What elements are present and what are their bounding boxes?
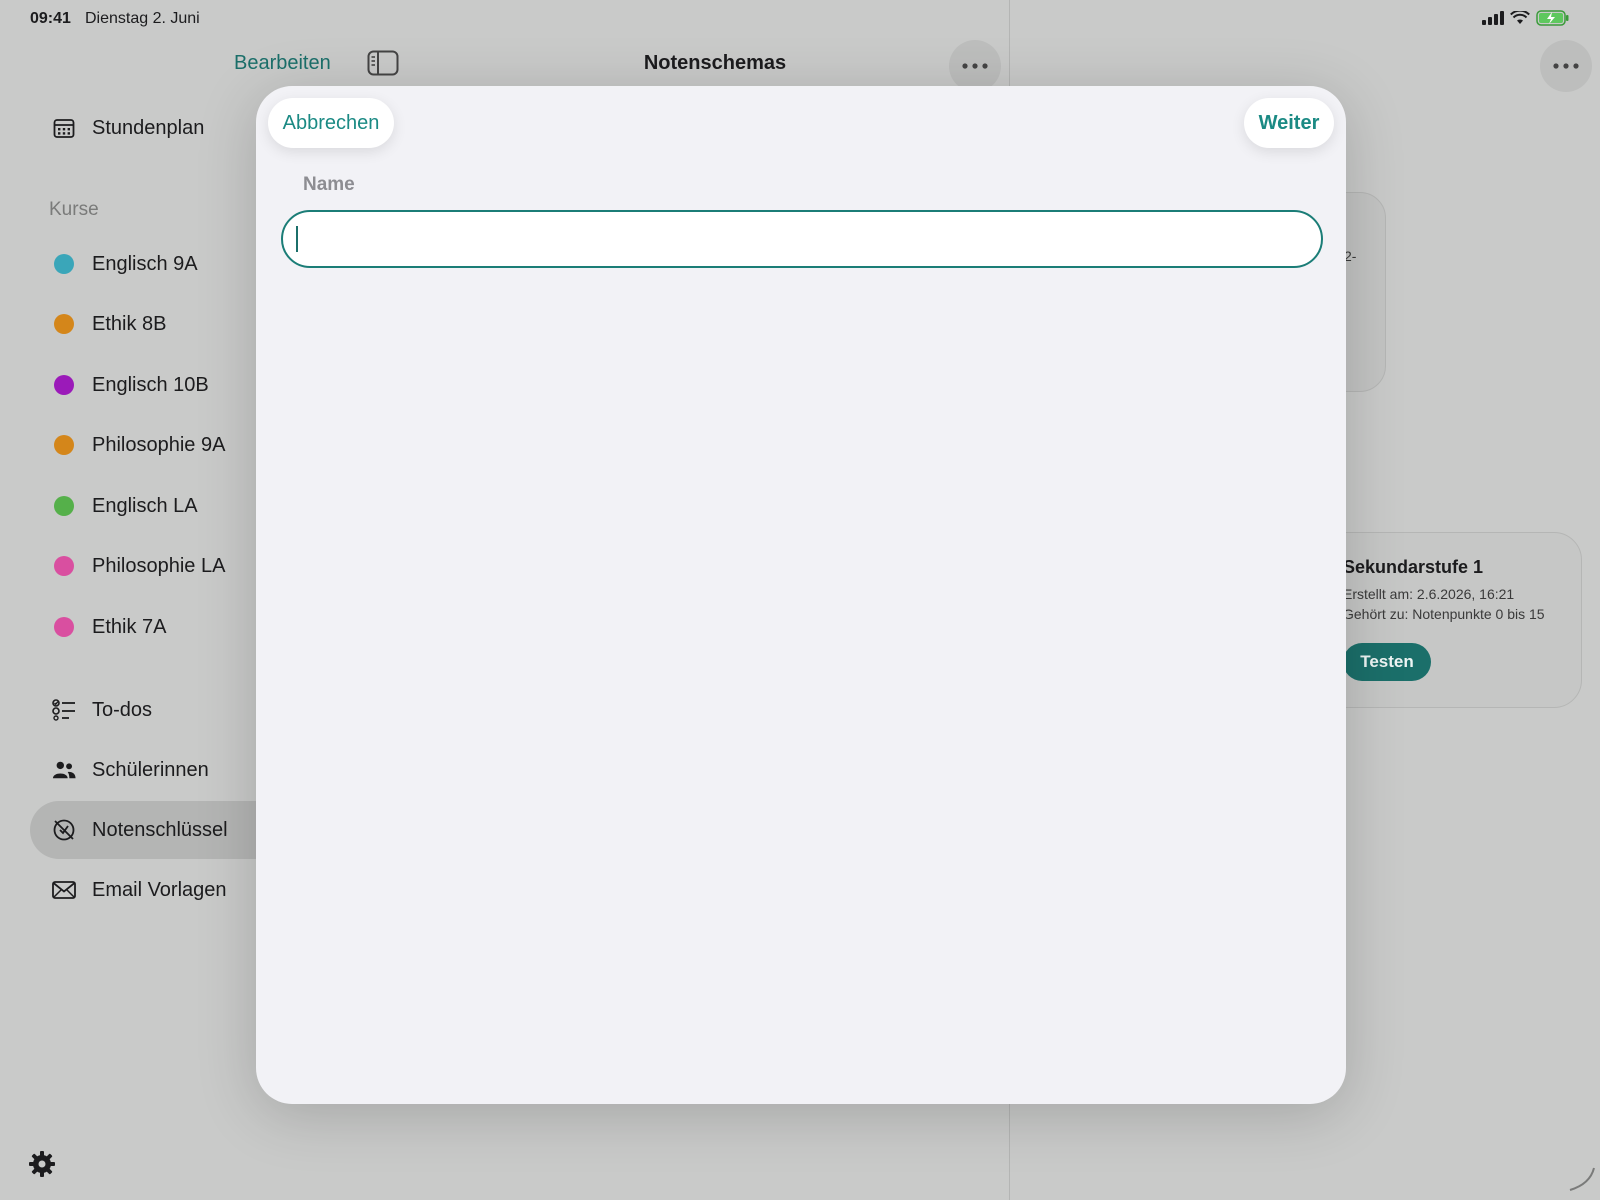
status-icons xyxy=(1482,9,1570,31)
sidebar-item-grade-keys[interactable]: Notenschlüssel xyxy=(30,801,290,859)
sidebar-item-course[interactable]: Ethik 7A xyxy=(30,598,290,656)
checklist-icon xyxy=(52,698,76,722)
course-color-dot xyxy=(52,312,76,336)
cancel-button[interactable]: Abbrechen xyxy=(268,98,394,148)
sidebar-item-course[interactable]: Ethik 8B xyxy=(30,295,290,353)
grade-scheme-card-title: Sekundarstufe 1 xyxy=(1343,557,1484,577)
grade-scheme-created: Erstellt am: 2.6.2026, 16:21 xyxy=(1343,586,1515,602)
color-dot xyxy=(54,375,74,395)
resize-corner-icon xyxy=(1568,1166,1596,1199)
sidebar-item-label: Philosophie 9A xyxy=(92,433,226,456)
cellular-signal-icon xyxy=(1482,11,1504,30)
sidebar-item-label: Stundenplan xyxy=(92,116,205,139)
sidebar-item-label: Philosophie LA xyxy=(92,554,226,577)
sidebar-item-label: Englisch LA xyxy=(92,494,198,517)
courses-section-label: Kurse xyxy=(49,199,99,220)
calendar-icon xyxy=(52,116,76,140)
sidebar-item-label: Englisch 9A xyxy=(92,252,198,275)
course-color-dot xyxy=(52,433,76,457)
color-dot xyxy=(54,617,74,637)
detail-more-options-icon[interactable] xyxy=(1540,40,1592,92)
status-bar: 09:41 Dienstag 2. Juni xyxy=(0,0,1600,38)
sidebar-item-label: To-dos xyxy=(92,698,153,721)
settings-gear-icon[interactable] xyxy=(28,1150,56,1183)
sidebar-item-label: Ethik 7A xyxy=(92,615,167,638)
name-input[interactable] xyxy=(281,210,1323,268)
color-dot xyxy=(54,314,74,334)
sidebar-item-course[interactable]: Englisch LA xyxy=(30,477,290,535)
new-grade-scheme-sheet: Abbrechen Weiter Name xyxy=(256,86,1346,1104)
wifi-icon xyxy=(1510,9,1530,30)
battery-charging-icon xyxy=(1536,10,1570,31)
course-color-dot xyxy=(52,615,76,639)
test-button[interactable]: Testen xyxy=(1343,643,1431,681)
color-dot xyxy=(54,496,74,516)
sidebar-item-stundenplan[interactable]: Stundenplan xyxy=(30,99,290,157)
next-button[interactable]: Weiter xyxy=(1244,98,1334,148)
sidebar-item-course[interactable]: Philosophie 9A xyxy=(30,416,290,474)
sidebar-item-label: Notenschlüssel xyxy=(92,818,228,841)
sidebar-item-label: Schülerinnen xyxy=(92,758,209,781)
more-options-icon[interactable] xyxy=(949,40,1001,92)
color-dot xyxy=(54,254,74,274)
course-color-dot xyxy=(52,554,76,578)
status-date: Dienstag 2. Juni xyxy=(85,10,200,27)
page-title: Notenschemas xyxy=(643,52,787,74)
grade-key-icon xyxy=(52,818,76,842)
text-caret xyxy=(296,226,298,252)
status-time: 09:41 xyxy=(30,10,71,27)
app-window: 09:41 Dienstag 2. Juni Bearbeiten Notens… xyxy=(0,0,1600,1200)
sidebar-item-todos[interactable]: To-dos xyxy=(30,681,290,739)
name-field-label: Name xyxy=(303,174,355,195)
sidebar-item-email-templates[interactable]: Email Vorlagen xyxy=(30,861,290,919)
sidebar-item-label: Ethik 8B xyxy=(92,312,167,335)
color-dot xyxy=(54,556,74,576)
people-icon xyxy=(52,758,76,782)
course-color-dot xyxy=(52,494,76,518)
sidebar: Stundenplan Kurse Englisch 9A Ethik 8B E… xyxy=(0,38,290,1200)
color-dot xyxy=(54,435,74,455)
sidebar-toggle-icon[interactable] xyxy=(367,50,399,81)
course-color-dot xyxy=(52,373,76,397)
course-color-dot xyxy=(52,252,76,276)
grade-scheme-belongs-to: Gehört zu: Notenpunkte 0 bis 15 xyxy=(1343,606,1545,622)
sidebar-item-label: Email Vorlagen xyxy=(92,878,227,901)
sidebar-item-course[interactable]: Englisch 9A xyxy=(30,235,290,293)
sidebar-item-course[interactable]: Philosophie LA xyxy=(30,537,290,595)
envelope-icon xyxy=(52,878,76,902)
sidebar-item-course[interactable]: Englisch 10B xyxy=(30,356,290,414)
sidebar-item-students[interactable]: Schülerinnen xyxy=(30,741,290,799)
sidebar-item-label: Englisch 10B xyxy=(92,373,209,396)
